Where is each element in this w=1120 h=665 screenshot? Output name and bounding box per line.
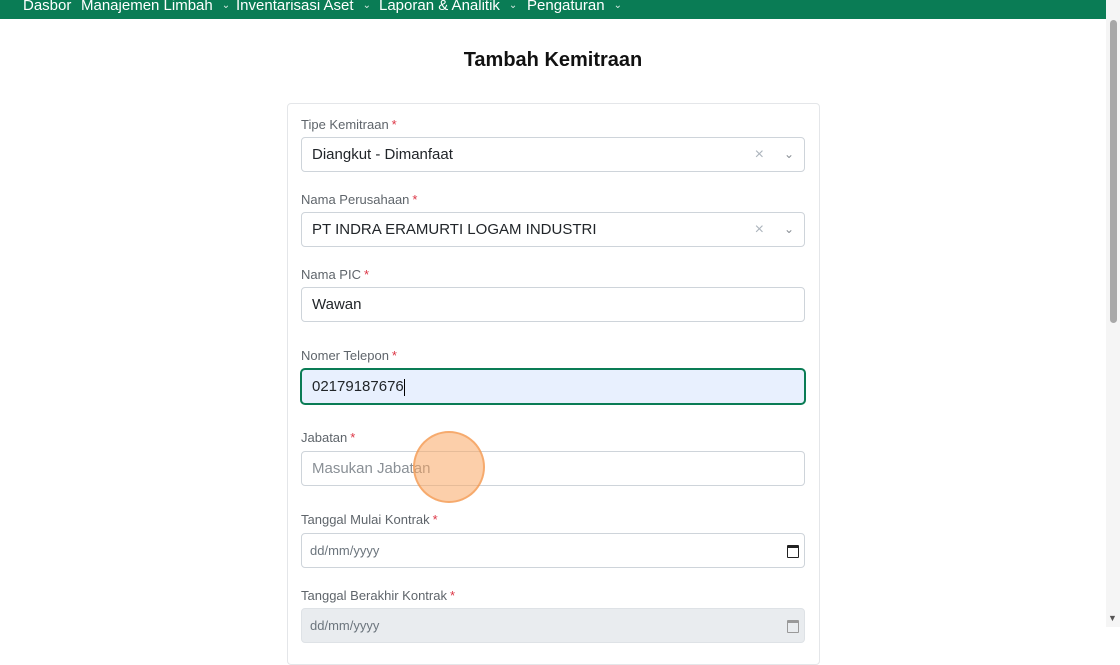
tanggal-mulai-label: Tanggal Mulai Kontrak *: [301, 512, 438, 527]
select-value: PT INDRA ERAMURTI LOGAM INDUSTRI: [312, 221, 597, 238]
nomer-telepon-label: Nomer Telepon *: [301, 348, 397, 363]
nama-pic-label: Nama PIC *: [301, 267, 369, 282]
nav-item-pengaturan[interactable]: Pengaturan ⌄: [527, 0, 622, 16]
nama-perusahaan-label: Nama Perusahaan *: [301, 192, 417, 207]
nav-item-label: Pengaturan: [527, 0, 605, 14]
date-placeholder: dd/mm/yyyy: [310, 618, 380, 633]
nav-item-label: Inventarisasi Aset: [236, 0, 354, 14]
nomer-telepon-input[interactable]: 02179187676: [301, 369, 805, 404]
chevron-down-icon: ⌄: [362, 0, 371, 11]
input-value: Wawan: [312, 296, 362, 313]
text-caret: [403, 378, 405, 396]
label-text: Jabatan: [301, 430, 348, 445]
required-mark: *: [412, 192, 418, 207]
clear-icon[interactable]: ×: [755, 138, 764, 171]
page-title: Tambah Kemitraan: [463, 49, 643, 71]
label-text: Tanggal Berakhir Kontrak: [301, 588, 447, 603]
nav-item-label: Dasbor: [23, 0, 72, 14]
label-text: Tipe Kemitraan: [301, 117, 389, 132]
chevron-down-icon: ⌄: [221, 0, 231, 11]
scrollbar-thumb[interactable]: [1110, 20, 1117, 323]
chevron-down-icon: ⌄: [613, 0, 622, 11]
nama-pic-input[interactable]: Wawan: [301, 287, 805, 322]
required-mark: *: [363, 267, 370, 282]
jabatan-input[interactable]: Masukan Jabatan: [301, 451, 805, 486]
nav-item-label: Manajemen Limbah: [81, 0, 213, 14]
tipe-kemitraan-select[interactable]: Diangkut - Dimanfaat × ⌄: [301, 137, 805, 172]
page-scrollbar[interactable]: ▼: [1106, 0, 1120, 627]
required-mark: *: [350, 430, 356, 445]
tanggal-mulai-date-input[interactable]: dd/mm/yyyy: [301, 533, 805, 568]
required-mark: *: [391, 117, 397, 132]
clear-icon[interactable]: ×: [755, 213, 764, 246]
select-value: Diangkut - Dimanfaat: [312, 146, 453, 163]
input-text: 02179187676: [312, 378, 404, 395]
required-mark: *: [432, 512, 438, 527]
label-text: Nomer Telepon: [301, 348, 389, 363]
label-text: Nama Perusahaan: [301, 192, 410, 207]
tanggal-berakhir-date-input: dd/mm/yyyy: [301, 608, 805, 643]
required-mark: *: [449, 588, 456, 603]
top-nav-bar: Dasbor Manajemen Limbah ⌄ Inventarisasi …: [0, 0, 1106, 19]
nav-item-inventarisasi-aset[interactable]: Inventarisasi Aset ⌄: [236, 0, 371, 16]
nama-perusahaan-select[interactable]: PT INDRA ERAMURTI LOGAM INDUSTRI × ⌄: [301, 212, 805, 247]
scroll-down-arrow-icon[interactable]: ▼: [1108, 613, 1117, 623]
nav-item-label: Laporan & Analitik: [379, 0, 500, 14]
tanggal-berakhir-label: Tanggal Berakhir Kontrak *: [301, 588, 455, 603]
label-text: Nama PIC: [301, 267, 361, 282]
click-indicator: [413, 431, 485, 503]
label-text: Tanggal Mulai Kontrak: [301, 512, 430, 527]
required-mark: *: [391, 348, 397, 363]
calendar-icon[interactable]: [787, 545, 799, 558]
input-value: 02179187676: [312, 370, 405, 403]
chevron-down-icon: ⌄: [508, 0, 518, 11]
nav-item-laporan-analitik[interactable]: Laporan & Analitik ⌄: [379, 0, 517, 16]
tipe-kemitraan-label: Tipe Kemitraan *: [301, 117, 397, 132]
jabatan-label: Jabatan *: [301, 430, 355, 445]
nav-item-manajemen-limbah[interactable]: Manajemen Limbah ⌄: [81, 0, 230, 16]
chevron-down-icon[interactable]: ⌄: [784, 138, 794, 171]
date-placeholder: dd/mm/yyyy: [310, 543, 380, 558]
nav-item-dasbor[interactable]: Dasbor: [23, 0, 71, 16]
chevron-down-icon[interactable]: ⌄: [784, 213, 794, 246]
